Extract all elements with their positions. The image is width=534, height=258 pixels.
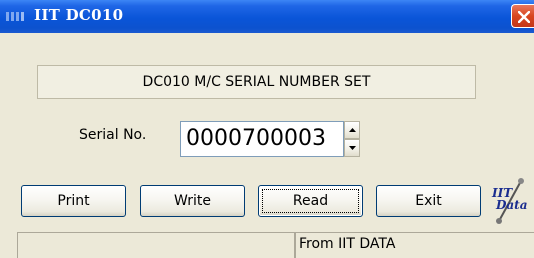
close-button[interactable] [511, 4, 534, 28]
spin-up-button[interactable] [344, 121, 360, 139]
window-title: IIT DC010 [34, 6, 124, 24]
arrow-up-icon [349, 128, 356, 132]
close-icon [518, 11, 530, 23]
read-button-label: Read [292, 193, 329, 209]
serial-label: Serial No. [79, 127, 147, 143]
app-window: IIT DC010 DC010 M/C SERIAL NUMBER SET Se… [0, 0, 534, 258]
heading-panel: DC010 M/C SERIAL NUMBER SET [37, 65, 476, 99]
spin-down-button[interactable] [344, 139, 360, 157]
iit-data-logo: IIT Data [491, 178, 528, 224]
title-bar[interactable]: IIT DC010 [0, 0, 534, 33]
write-button[interactable]: Write [140, 185, 245, 217]
status-pane-left [17, 232, 295, 258]
exit-button[interactable]: Exit [376, 185, 481, 217]
svg-text:Data: Data [495, 198, 528, 212]
status-bar: From IIT DATA [0, 230, 534, 258]
heading-text: DC010 M/C SERIAL NUMBER SET [142, 74, 371, 90]
arrow-down-icon [349, 146, 356, 150]
print-button[interactable]: Print [21, 185, 126, 217]
app-icon [6, 12, 24, 21]
read-button[interactable]: Read [258, 185, 363, 217]
status-pane-right: From IIT DATA [295, 232, 534, 258]
serial-number-input[interactable]: 0000700003 [180, 121, 344, 157]
serial-spinner [344, 121, 360, 157]
